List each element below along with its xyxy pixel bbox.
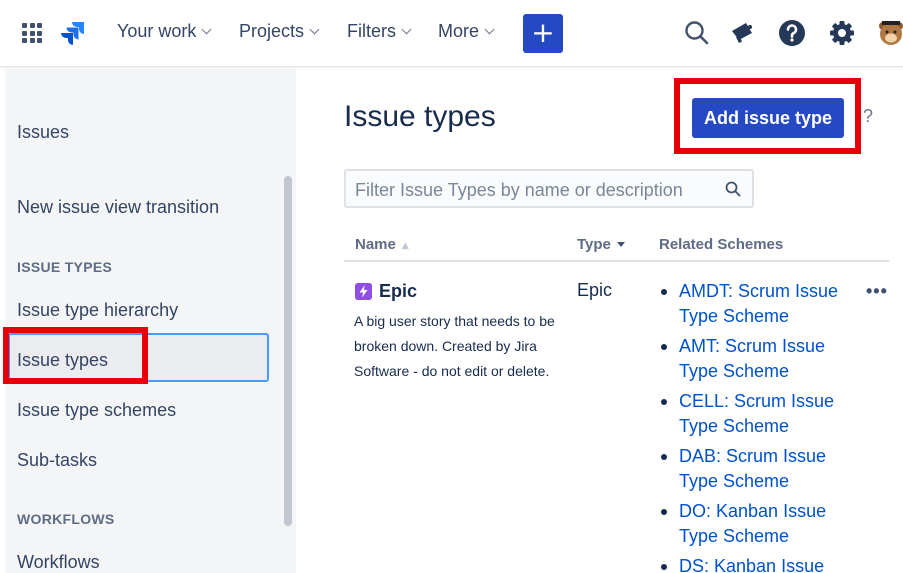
sidebar-scrollbar[interactable]	[284, 176, 292, 526]
sidebar-heading-workflows: WORKFLOWS	[17, 511, 115, 527]
search-icon	[725, 181, 741, 197]
sort-icon: ▲	[401, 241, 409, 251]
app-switcher-icon[interactable]	[22, 23, 42, 43]
sidebar-item-workflows[interactable]: Workflows	[17, 552, 100, 573]
related-scheme-label: AMDT: Scrum Issue Type Scheme	[679, 281, 839, 326]
related-scheme-label: CELL: Scrum Issue Type Scheme	[679, 391, 835, 436]
sidebar-item-issue-type-hierarchy[interactable]: Issue type hierarchy	[17, 300, 178, 321]
sidebar-item-new-issue-view-transition[interactable]: New issue view transition	[17, 197, 219, 218]
sort-descending-icon	[616, 242, 625, 247]
nav-projects-label: Projects	[239, 21, 305, 41]
issue-type-name[interactable]: Epic	[379, 281, 417, 302]
column-header-type[interactable]: Type	[577, 236, 625, 253]
bullet	[661, 399, 667, 405]
sidebar: Issues New issue view transition ISSUE T…	[5, 68, 296, 573]
chevron-down-icon	[201, 24, 212, 35]
nav-more-label: More	[438, 21, 480, 41]
filter-placeholder: Filter Issue Types by name or descriptio…	[355, 180, 683, 200]
related-scheme-label: AMT: Scrum Issue Type Scheme	[679, 336, 826, 381]
top-navigation: Your work Projects Filters More +	[0, 0, 903, 67]
related-scheme-link[interactable]: DO: Kanban Issue Type Scheme	[659, 499, 854, 549]
related-scheme-link[interactable]: DS: Kanban Issue	[659, 554, 854, 573]
highlight-box-issue-types	[3, 327, 148, 384]
related-scheme-label: DO: Kanban Issue Type Scheme	[679, 501, 827, 546]
issue-type-type: Epic	[577, 280, 613, 300]
related-scheme-link[interactable]: DAB: Scrum Issue Type Scheme	[659, 444, 854, 494]
column-header-type-label: Type	[577, 236, 611, 253]
gear-icon[interactable]	[827, 18, 857, 48]
related-scheme-label: DS: Kanban Issue	[679, 556, 825, 573]
help-icon[interactable]	[777, 18, 807, 48]
column-header-related-schemes: Related Schemes	[659, 236, 784, 253]
related-schemes-list: AMDT: Scrum Issue Type Scheme AMT: Scrum…	[659, 279, 854, 573]
nav-filters[interactable]: Filters	[347, 21, 412, 42]
related-scheme-link[interactable]: AMDT: Scrum Issue Type Scheme	[659, 279, 854, 329]
row-actions-more-icon[interactable]: •••	[866, 281, 888, 302]
nav-your-work-label: Your work	[117, 21, 197, 41]
nav-more[interactable]: More	[438, 21, 495, 42]
notifications-megaphone-icon[interactable]	[727, 18, 757, 48]
bullet	[661, 509, 667, 515]
user-avatar-icon[interactable]	[876, 18, 903, 48]
bullet	[661, 344, 667, 350]
related-scheme-link[interactable]: AMT: Scrum Issue Type Scheme	[659, 334, 854, 384]
nav-filters-label: Filters	[347, 21, 396, 41]
epic-lightning-icon	[355, 283, 372, 300]
chevron-down-icon	[309, 24, 320, 35]
chevron-down-icon	[401, 24, 412, 35]
nav-your-work[interactable]: Your work	[117, 21, 212, 42]
sidebar-heading-issue-types: ISSUE TYPES	[17, 259, 113, 275]
nav-projects[interactable]: Projects	[239, 21, 320, 42]
filter-issue-types-input[interactable]: Filter Issue Types by name or descriptio…	[344, 169, 754, 208]
column-header-name-label: Name	[355, 236, 396, 253]
table-header-divider	[344, 260, 889, 262]
issue-type-description: A big user story that needs to be broken…	[354, 313, 555, 379]
sidebar-section-title: Issues	[17, 122, 70, 142]
bullet	[661, 564, 667, 570]
related-scheme-label: DAB: Scrum Issue Type Scheme	[679, 446, 827, 491]
related-scheme-link[interactable]: CELL: Scrum Issue Type Scheme	[659, 389, 854, 439]
sidebar-item-issue-type-schemes[interactable]: Issue type schemes	[17, 400, 176, 421]
jira-logo-icon[interactable]	[60, 20, 86, 46]
bullet	[661, 454, 667, 460]
bullet	[661, 289, 667, 295]
page-title: Issue types	[344, 100, 496, 133]
search-icon[interactable]	[682, 18, 712, 48]
create-button[interactable]: +	[523, 14, 563, 53]
column-header-name[interactable]: Name ▲	[355, 236, 409, 253]
chevron-down-icon	[484, 24, 495, 35]
highlight-box-add-issue-type	[674, 78, 861, 154]
help-question-icon[interactable]: ?	[863, 106, 873, 127]
sidebar-item-sub-tasks[interactable]: Sub-tasks	[17, 450, 97, 471]
